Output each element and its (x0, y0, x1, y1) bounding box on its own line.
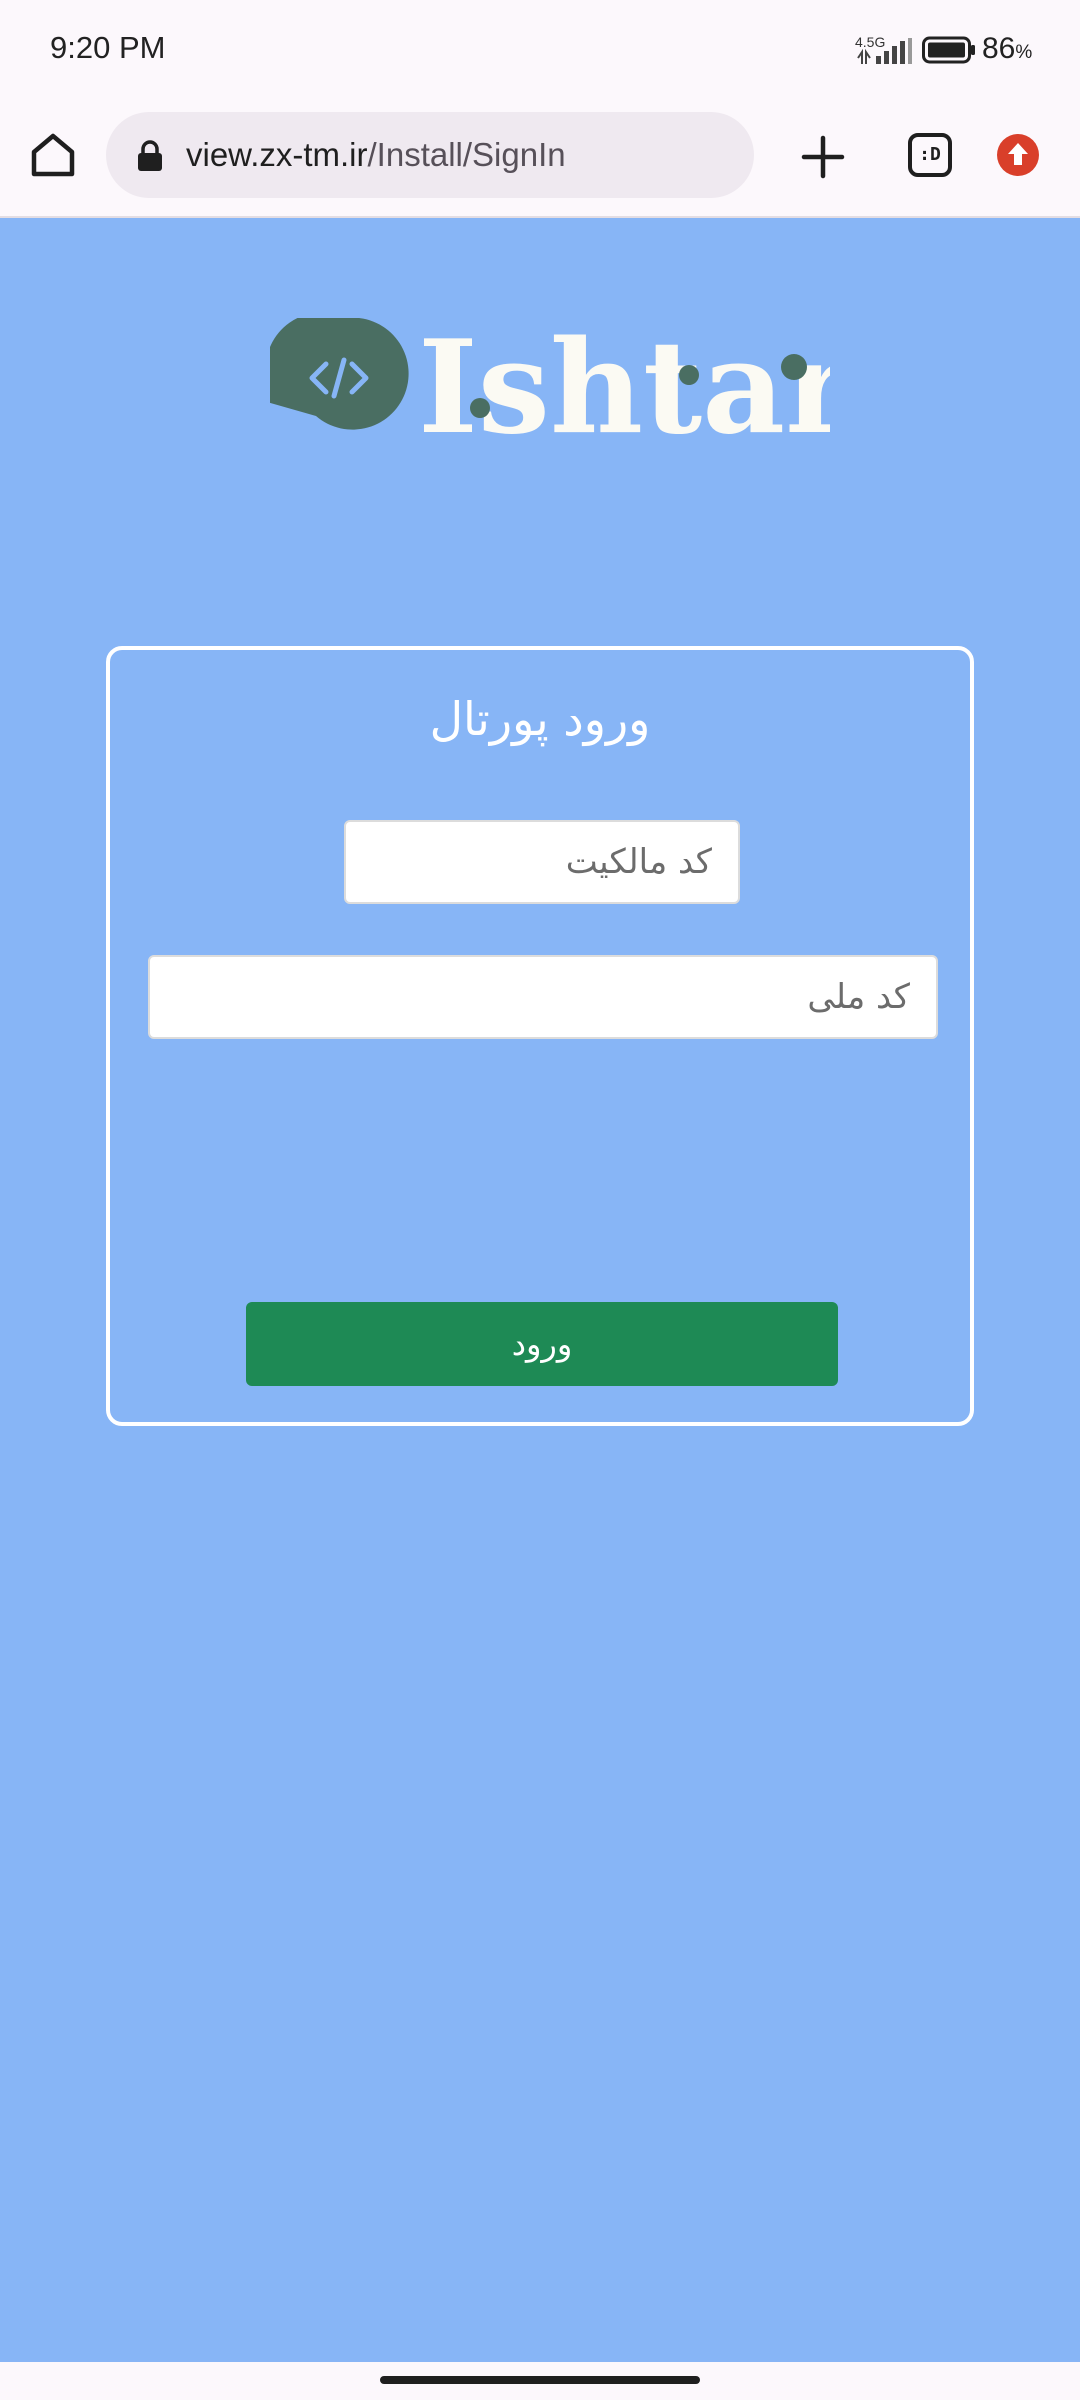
browser-toolbar: view.zx-tm.ir/Install/SignIn :D (0, 100, 1080, 218)
signal-icon (857, 38, 912, 64)
home-indicator[interactable] (380, 2376, 700, 2384)
navigation-bar (0, 2362, 1080, 2400)
lock-icon[interactable] (136, 140, 164, 172)
tabs-icon[interactable]: :D (908, 133, 952, 177)
status-time: 9:20 PM (50, 30, 166, 65)
page-title: ورود پورتال (429, 692, 651, 746)
national-code-input[interactable] (148, 955, 938, 1039)
ishtar-logo: Ishtar (270, 318, 830, 438)
status-bar: 9:20 PM 4.5G 86% (0, 0, 1080, 100)
plus-icon[interactable] (798, 132, 848, 182)
battery-percent: 86% (982, 32, 1033, 65)
url-text[interactable]: view.zx-tm.ir/Install/SignIn (186, 136, 566, 174)
ownership-code-input[interactable] (344, 820, 740, 904)
login-card: ورود پورتال ورود (106, 646, 974, 1426)
login-button[interactable]: ورود (246, 1302, 838, 1386)
address-bar[interactable]: view.zx-tm.ir/Install/SignIn (106, 112, 754, 198)
home-icon[interactable] (28, 130, 78, 180)
update-icon[interactable] (996, 133, 1040, 177)
logo-text: Ishtar (418, 318, 830, 438)
battery-icon (922, 36, 975, 64)
page-content: Ishtar ورود پورتال ورود (0, 218, 1080, 2362)
